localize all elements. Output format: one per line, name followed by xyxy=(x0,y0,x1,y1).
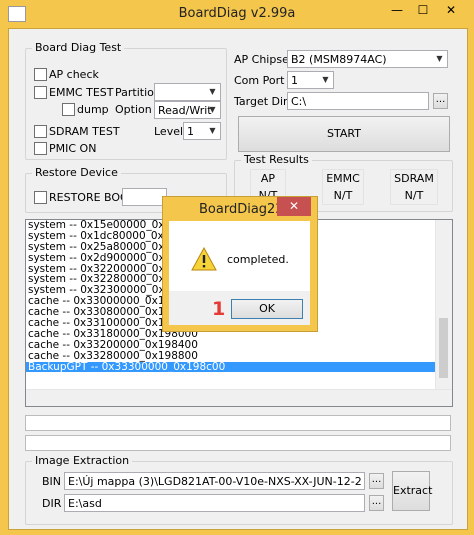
image-extraction-group: Image Extraction xyxy=(25,454,453,525)
board-diag-test-title: Board Diag Test xyxy=(32,41,125,54)
dir-value: E:\asd xyxy=(68,497,102,510)
emmc-test-checkbox[interactable] xyxy=(34,86,47,99)
emmc-test-label: EMMC TEST xyxy=(49,86,114,99)
log-row[interactable]: cache -- 0x33280000_0x198800 xyxy=(26,350,452,362)
target-dir-label: Target Dir xyxy=(234,95,288,108)
emmc-result-label: EMMC xyxy=(326,172,360,185)
sdram-result-cell: SDRAM N/T xyxy=(390,169,438,205)
dump-checkbox[interactable] xyxy=(62,103,75,116)
partition-select[interactable]: ▼ xyxy=(154,83,221,101)
option-select[interactable]: Read/Writ ▼ xyxy=(154,101,221,119)
option-value: Read/Writ xyxy=(158,104,212,117)
chevron-down-icon: ▼ xyxy=(322,75,329,84)
chevron-down-icon: ▼ xyxy=(209,87,216,96)
title-bar[interactable]: BoardDiag v2.99a — ☐ ✕ xyxy=(0,0,474,28)
test-results-title: Test Results xyxy=(241,153,312,166)
dump-label: dump xyxy=(77,103,109,116)
chevron-down-icon: ▼ xyxy=(209,105,216,114)
dialog-footer: OK xyxy=(169,291,310,325)
chevron-down-icon: ▼ xyxy=(209,126,216,135)
bin-input[interactable]: E:\Új mappa (3)\LGD821AT-00-V10e-NXS-XX-… xyxy=(64,472,365,490)
dir-input[interactable]: E:\asd xyxy=(64,494,365,512)
target-dir-browse-button[interactable]: ... xyxy=(433,93,448,109)
target-dir-input[interactable]: C:\ xyxy=(287,92,429,110)
emmc-result-value: N/T xyxy=(333,189,353,202)
start-button[interactable]: START xyxy=(238,116,450,152)
sdram-test-label: SDRAM TEST xyxy=(49,125,120,138)
com-port-label: Com Port xyxy=(234,74,285,87)
pmic-on-checkbox[interactable] xyxy=(34,142,47,155)
restore-device-title: Restore Device xyxy=(32,166,121,179)
dir-browse-button[interactable]: ... xyxy=(369,495,384,511)
warning-icon xyxy=(191,247,217,271)
bin-label: BIN xyxy=(42,475,62,488)
com-port-select[interactable]: 1 ▼ xyxy=(287,71,334,89)
sdram-result-value: N/T xyxy=(404,189,424,202)
dialog-message: completed. xyxy=(227,253,289,266)
status-bar xyxy=(25,415,451,431)
sdram-test-checkbox[interactable] xyxy=(34,125,47,138)
minimize-button[interactable]: — xyxy=(384,0,410,22)
vertical-scrollbar[interactable] xyxy=(435,220,452,406)
emmc-result-cell: EMMC N/T xyxy=(322,169,364,205)
pmic-on-label: PMIC ON xyxy=(49,142,97,155)
dialog-body: completed. xyxy=(169,221,310,291)
level-value: 1 xyxy=(187,125,194,138)
dir-label: DIR xyxy=(42,497,62,510)
scrollbar-thumb[interactable] xyxy=(439,318,448,378)
ap-check-checkbox[interactable] xyxy=(34,68,47,81)
com-port-value: 1 xyxy=(291,74,298,87)
dialog-title: BoardDiag22 xyxy=(199,202,284,217)
chevron-down-icon: ▼ xyxy=(436,54,443,63)
dialog-close-button[interactable]: ✕ xyxy=(277,197,311,216)
maximize-button[interactable]: ☐ xyxy=(410,0,436,22)
extract-button[interactable]: Extract xyxy=(392,471,432,511)
level-select[interactable]: 1 ▼ xyxy=(183,122,221,140)
sdram-result-label: SDRAM xyxy=(394,172,434,185)
ok-button[interactable]: OK xyxy=(231,299,303,319)
target-dir-value: C:\ xyxy=(291,95,307,108)
level-label: Level xyxy=(154,125,184,138)
restore-boot-img-checkbox[interactable] xyxy=(34,191,47,204)
completed-dialog: BoardDiag22 ✕ completed. OK xyxy=(162,196,318,332)
close-button[interactable]: ✕ xyxy=(436,0,466,22)
ap-result-label: AP xyxy=(260,172,276,185)
ap-chipset-select[interactable]: B2 (MSM8974AC) ▼ xyxy=(287,50,448,68)
bin-browse-button[interactable]: ... xyxy=(369,473,384,489)
annotation-number: 1 xyxy=(212,298,226,320)
restore-boot-img-select[interactable] xyxy=(122,188,167,206)
image-extraction-title: Image Extraction xyxy=(32,454,133,467)
main-window: BoardDiag v2.99a — ☐ ✕ Board Diag Test A… xyxy=(0,0,474,535)
ap-check-label: AP check xyxy=(49,68,99,81)
ap-chipset-label: AP Chipset xyxy=(234,53,294,66)
option-label: Option xyxy=(115,103,152,116)
log-row-selected[interactable]: BackupGPT -- 0x33300000_0x198c00 xyxy=(26,361,452,373)
ap-chipset-value: B2 (MSM8974AC) xyxy=(291,53,387,66)
horizontal-scrollbar[interactable] xyxy=(26,389,452,406)
progress-bar xyxy=(25,435,451,451)
bin-value: E:\Új mappa (3)\LGD821AT-00-V10e-NXS-XX-… xyxy=(68,475,362,488)
